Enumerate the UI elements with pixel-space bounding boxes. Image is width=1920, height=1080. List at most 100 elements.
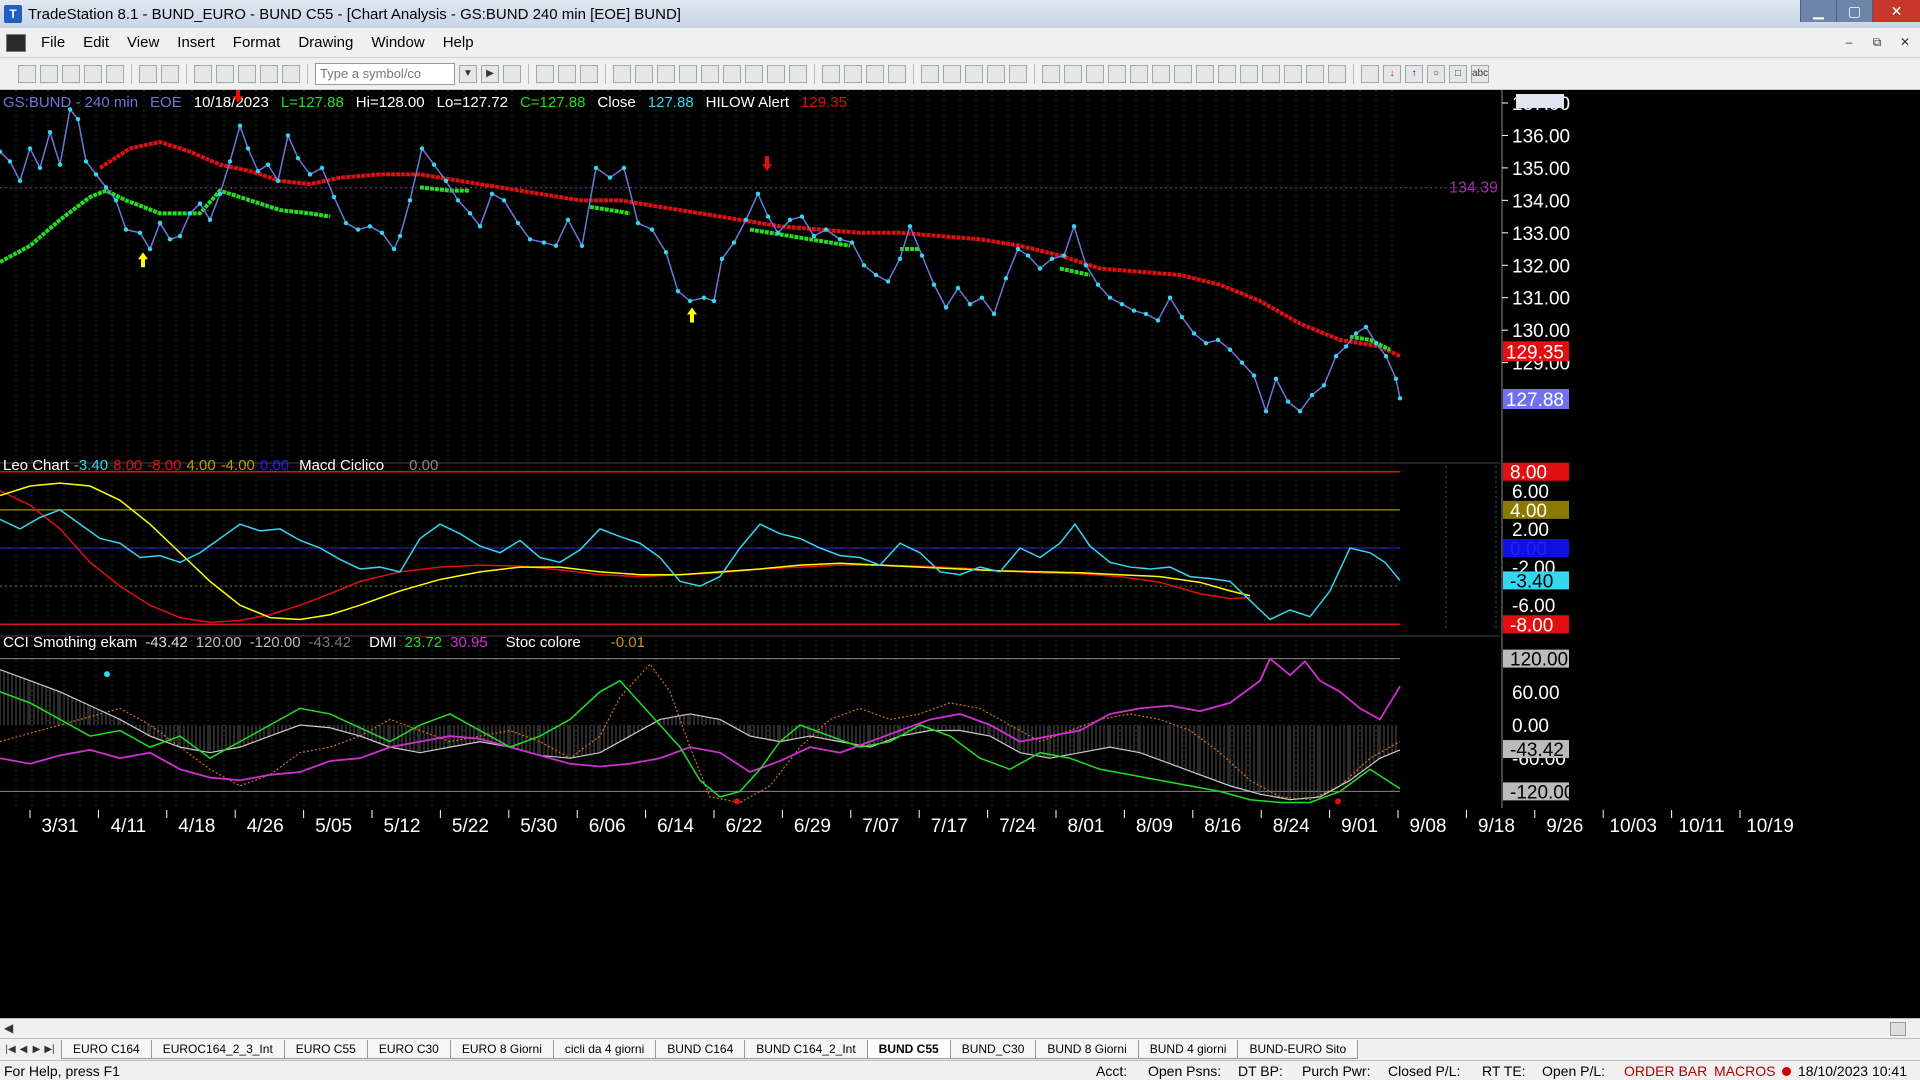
workspace-tab[interactable]: BUND_C30 — [949, 1040, 1037, 1059]
window-icon[interactable] — [194, 64, 212, 83]
workspace-tab[interactable]: EUROC164_2_3_Int — [150, 1040, 285, 1059]
chart-analysis-window[interactable]: GS:BUND - 240 min EOE 10/18/2023 L=127.88 Hi… — [0, 90, 1920, 1008]
menu-help[interactable]: Help — [434, 34, 483, 51]
scroll-left-icon[interactable]: ◀ — [4, 1021, 13, 1035]
macros-button[interactable]: MACROS — [1714, 1063, 1775, 1079]
link-icon[interactable] — [1009, 64, 1027, 83]
pen-icon[interactable] — [1328, 64, 1346, 83]
strategy-insert-icon[interactable] — [635, 64, 653, 83]
vertical-lines-icon[interactable] — [1064, 64, 1082, 83]
rectangle-icon[interactable]: □ — [1449, 64, 1467, 83]
dropdown-arrow-icon[interactable]: ▼ — [459, 64, 477, 83]
workspace-tab[interactable]: EURO C55 — [283, 1040, 368, 1059]
print-preview-icon[interactable] — [161, 64, 179, 83]
tab-first-icon[interactable]: |◀ — [4, 1044, 17, 1055]
new-icon[interactable] — [18, 64, 36, 83]
strategy-icon[interactable] — [260, 64, 278, 83]
workspace-tab[interactable]: BUND-EURO Sito — [1237, 1040, 1359, 1059]
maximize-button[interactable]: ▢ — [1836, 0, 1872, 22]
cycle-lines-icon[interactable] — [1306, 64, 1324, 83]
lock-icon[interactable] — [238, 64, 256, 83]
down-arrow-draw-icon[interactable]: ↓ — [1383, 64, 1401, 83]
menu-window[interactable]: Window — [362, 34, 433, 51]
menu-insert[interactable]: Insert — [168, 34, 224, 51]
candle-icon[interactable] — [767, 64, 785, 83]
horizontal-lines-icon[interactable] — [1086, 64, 1104, 83]
freehand-icon[interactable] — [1361, 64, 1379, 83]
parallel-lines-icon[interactable] — [1284, 64, 1302, 83]
save-icon[interactable] — [62, 64, 80, 83]
menu-format[interactable]: Format — [224, 34, 290, 51]
chart-canvas[interactable]: GS:BUND - 240 min EOE 10/18/2023 L=127.88 Hi… — [0, 90, 1920, 1008]
workspace-tab[interactable]: EURO 8 Giorni — [449, 1040, 554, 1059]
table-icon[interactable] — [580, 64, 598, 83]
channel-icon[interactable] — [1240, 64, 1258, 83]
grid-view-icon[interactable] — [536, 64, 554, 83]
chart-window-icon[interactable] — [6, 33, 26, 52]
regression-icon[interactable] — [1218, 64, 1236, 83]
text-icon[interactable]: abc — [1471, 64, 1489, 83]
gann-fan-icon[interactable] — [1152, 64, 1170, 83]
workspace-tab[interactable]: EURO C30 — [366, 1040, 451, 1059]
arc-icon[interactable] — [1130, 64, 1148, 83]
radar-icon[interactable] — [723, 64, 741, 83]
bar-chart-icon[interactable] — [745, 64, 763, 83]
pointer-icon[interactable] — [921, 64, 939, 83]
menu-file[interactable]: File — [32, 34, 74, 51]
trendline-icon[interactable] — [1042, 64, 1060, 83]
horizontal-scrollbar[interactable]: ◀ — [0, 1018, 1920, 1038]
zoom-out-icon[interactable] — [888, 64, 906, 83]
scroll-thumb[interactable] — [1890, 1022, 1906, 1036]
minimize-button[interactable]: ▁ — [1800, 0, 1836, 22]
expand-icon[interactable] — [822, 64, 840, 83]
copy-icon[interactable] — [106, 64, 124, 83]
symbol-input[interactable] — [315, 62, 455, 85]
print-icon[interactable] — [139, 64, 157, 83]
hammer-icon[interactable] — [965, 64, 983, 83]
horizontal-arrow-icon[interactable] — [1262, 64, 1280, 83]
price-point — [553, 243, 559, 248]
menu-edit[interactable]: Edit — [74, 34, 118, 51]
order-bar-button[interactable]: ORDER BAR — [1624, 1063, 1707, 1079]
data-tips-icon[interactable] — [943, 64, 961, 83]
workspace-tab[interactable]: BUND C55 — [866, 1040, 951, 1059]
leo-axis-label: -6.00 — [1512, 596, 1555, 617]
fibonacci-icon[interactable] — [1108, 64, 1126, 83]
tab-last-icon[interactable]: ▶| — [43, 1044, 56, 1055]
close-button[interactable]: ✕ — [1872, 0, 1920, 22]
price-point — [711, 298, 717, 304]
speed-lines-icon[interactable] — [1174, 64, 1192, 83]
menu-view[interactable]: View — [118, 34, 168, 51]
format-icon[interactable] — [679, 64, 697, 83]
go-arrow-icon[interactable]: ▶ — [481, 64, 499, 83]
mdi-minimize-button[interactable]: – — [1838, 32, 1860, 52]
ellipse-icon[interactable]: ○ — [1427, 64, 1445, 83]
line-chart-icon[interactable] — [789, 64, 807, 83]
menu-drawing[interactable]: Drawing — [289, 34, 362, 51]
globe-icon[interactable] — [282, 64, 300, 83]
open-icon[interactable] — [40, 64, 58, 83]
workspace-tab[interactable]: BUND 4 giorni — [1137, 1040, 1239, 1059]
mdi-restore-button[interactable]: ⧉ — [1866, 32, 1888, 52]
andrews-pitchfork-icon[interactable] — [1196, 64, 1214, 83]
refresh-icon[interactable] — [657, 64, 675, 83]
workspace-tab[interactable]: cicli da 4 giorni — [552, 1040, 657, 1059]
mdi-close-button[interactable]: ✕ — [1894, 32, 1916, 52]
workspace-tab[interactable]: EURO C164 — [61, 1040, 152, 1059]
scanner-icon[interactable] — [701, 64, 719, 83]
list-view-icon[interactable] — [558, 64, 576, 83]
workspace-icon[interactable] — [84, 64, 102, 83]
workspace-tab[interactable]: BUND C164 — [655, 1040, 746, 1059]
indicator-icon[interactable] — [613, 64, 631, 83]
compress-icon[interactable] — [844, 64, 862, 83]
window-tile-icon[interactable] — [216, 64, 234, 83]
zoom-in-icon[interactable] — [866, 64, 884, 83]
order-icon[interactable] — [987, 64, 1005, 83]
find-symbol-icon[interactable] — [503, 64, 521, 83]
workspace-tab[interactable]: BUND 8 Giorni — [1035, 1040, 1139, 1059]
tab-next-icon[interactable]: ▶ — [30, 1044, 43, 1055]
workspace-tab[interactable]: BUND C164_2_Int — [744, 1040, 868, 1059]
tab-prev-icon[interactable]: ◀ — [17, 1044, 30, 1055]
up-arrow-draw-icon[interactable]: ↑ — [1405, 64, 1423, 83]
price-point — [355, 227, 361, 232]
